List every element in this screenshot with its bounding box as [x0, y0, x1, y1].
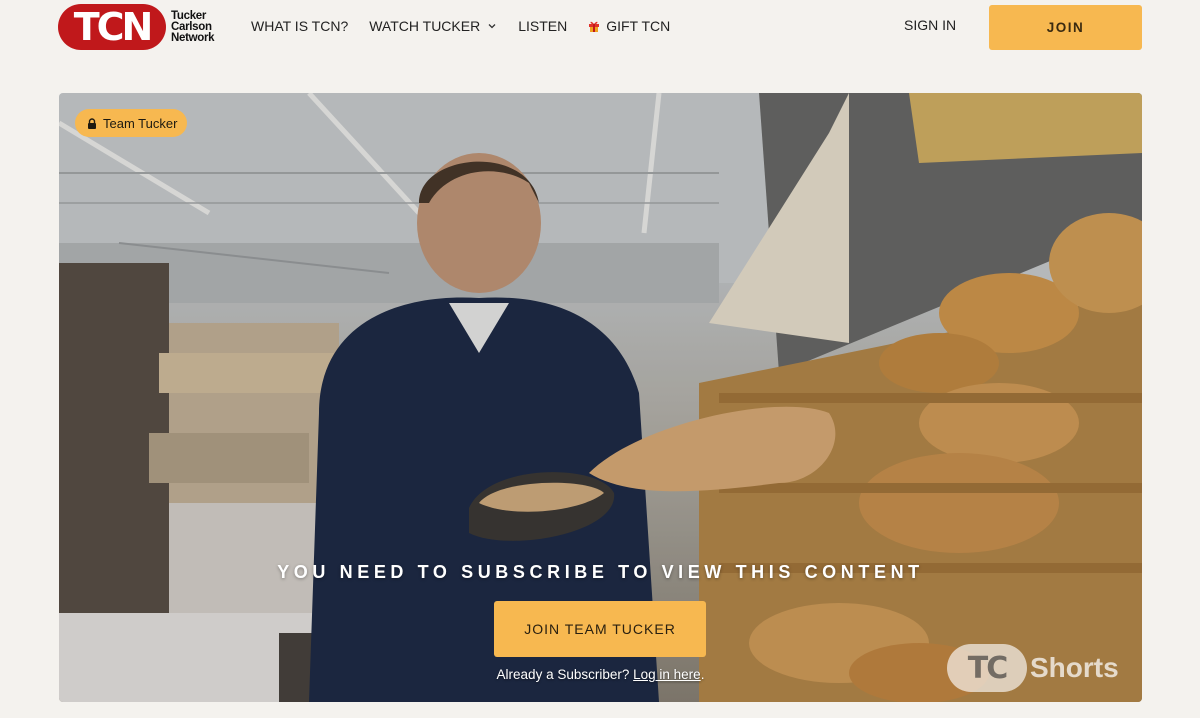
- tc-shorts-watermark: TC Shorts: [947, 644, 1119, 692]
- logo-line-3: Network: [171, 31, 215, 44]
- watermark-text: Shorts: [1030, 652, 1119, 683]
- subscriber-prefix: Already a Subscriber?: [496, 667, 634, 682]
- nav-label: WHAT IS TCN?: [251, 18, 349, 34]
- video-hero[interactable]: Team Tucker YOU NEED TO SUBSCRIBE TO VIE…: [59, 93, 1142, 702]
- watermark-mark-text: TC: [967, 650, 1009, 686]
- watermark-mark: TC: [947, 644, 1027, 692]
- nav-label: GIFT TCN: [606, 18, 671, 34]
- nav-watch-tucker[interactable]: WATCH TUCKER: [369, 18, 497, 34]
- badge-label: Team Tucker: [103, 115, 178, 131]
- chevron-down-icon: [488, 24, 496, 29]
- nav-what-is-tcn[interactable]: WHAT IS TCN?: [251, 18, 348, 34]
- gift-icon: [589, 21, 600, 32]
- logo-wordmark: Tucker Carlson Network: [171, 9, 215, 44]
- logo-mark: TCN: [58, 4, 166, 50]
- logo-line-2: Carlson: [171, 20, 212, 33]
- join-team-tucker-button[interactable]: JOIN TEAM TUCKER: [494, 601, 706, 657]
- site-header: TCN Tucker Carlson Network WHAT IS TCN? …: [0, 0, 1200, 58]
- nav-gift-tcn[interactable]: GIFT TCN: [588, 18, 670, 34]
- nav-label: WATCH TUCKER: [369, 18, 481, 34]
- join-button[interactable]: JOIN: [989, 5, 1142, 50]
- login-link[interactable]: Log in here: [633, 667, 701, 682]
- logo-mark-text: TCN: [73, 5, 154, 49]
- team-tucker-badge: Team Tucker: [75, 109, 188, 137]
- nav-label: LISTEN: [518, 18, 568, 34]
- lock-icon: [88, 117, 96, 129]
- paywall-message: YOU NEED TO SUBSCRIBE TO VIEW THIS CONTE…: [277, 562, 924, 582]
- tcn-logo[interactable]: TCN Tucker Carlson Network: [58, 4, 215, 50]
- logo-line-1: Tucker: [171, 9, 207, 22]
- subscriber-suffix: .: [700, 667, 705, 682]
- main-nav: WHAT IS TCN? WATCH TUCKER LISTEN GIFT TC…: [251, 18, 691, 34]
- sign-in-link[interactable]: SIGN IN: [904, 17, 956, 33]
- nav-listen[interactable]: LISTEN: [518, 18, 567, 34]
